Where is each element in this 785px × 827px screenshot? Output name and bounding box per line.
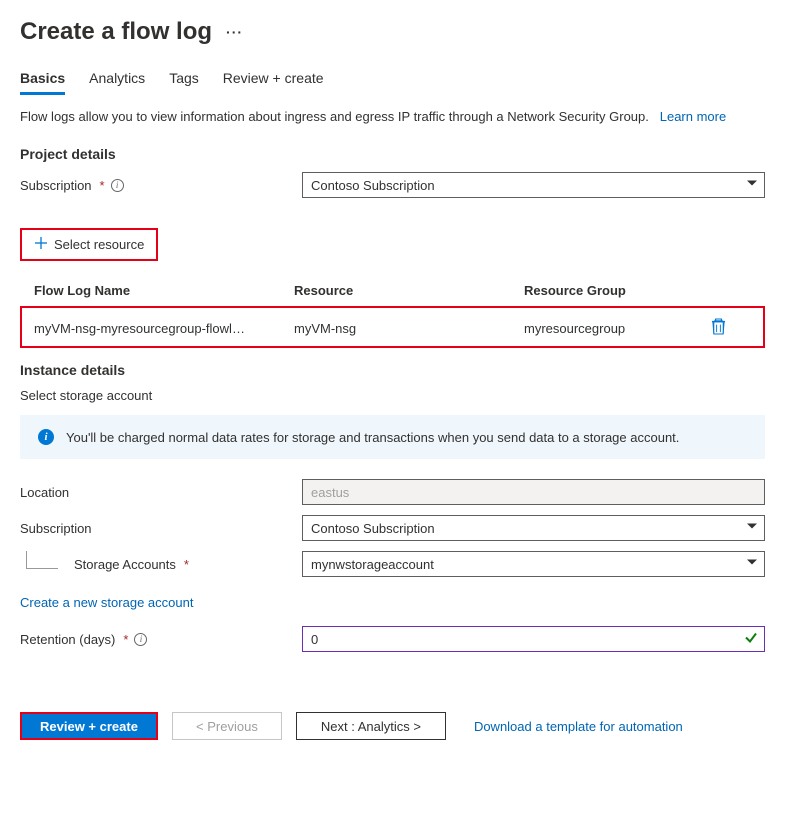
subscription2-value: Contoso Subscription [311,521,435,536]
subscription-label: Subscription * i [20,178,302,193]
resource-table: myVM-nsg-myresourcegroup-flowl… myVM-nsg… [20,306,765,348]
tab-basics[interactable]: Basics [20,70,65,95]
table-row: myVM-nsg-myresourcegroup-flowl… myVM-nsg… [22,310,763,346]
subscription2-dropdown[interactable]: Contoso Subscription [302,515,765,541]
select-resource-label: Select resource [54,237,144,252]
subscription-label-text: Subscription [20,178,92,193]
more-actions-ellipsis[interactable]: ··· [226,24,243,40]
chevron-down-icon [746,557,758,572]
storage-accounts-value: mynwstorageaccount [311,557,434,572]
download-template-link[interactable]: Download a template for automation [474,719,683,734]
chevron-down-icon [746,178,758,193]
instance-details-heading: Instance details [20,362,765,378]
delete-row-button[interactable] [711,318,751,338]
storage-subheading: Select storage account [20,388,765,403]
previous-button: < Previous [172,712,282,740]
page-title-text: Create a flow log [20,18,212,46]
col-resource: Resource [294,283,524,298]
col-resource-group: Resource Group [524,283,711,298]
retention-input[interactable]: 0 [302,626,765,652]
review-create-button[interactable]: Review + create [20,712,158,740]
storage-notice: i You'll be charged normal data rates fo… [20,415,765,459]
create-storage-link[interactable]: Create a new storage account [20,595,193,610]
next-button[interactable]: Next : Analytics > [296,712,446,740]
info-icon: i [38,429,54,445]
notice-text: You'll be charged normal data rates for … [66,430,679,445]
tab-analytics[interactable]: Analytics [89,70,145,95]
storage-accounts-dropdown[interactable]: mynwstorageaccount [302,551,765,577]
required-indicator: * [100,178,105,193]
cell-resource: myVM-nsg [294,321,524,336]
resource-table-header: Flow Log Name Resource Resource Group [22,275,763,306]
location-dropdown: eastus [302,479,765,505]
subscription-dropdown[interactable]: Contoso Subscription [302,172,765,198]
cell-resource-group: myresourcegroup [524,321,711,336]
description: Flow logs allow you to view information … [20,109,765,124]
location-label: Location [20,485,302,500]
col-flow-log-name: Flow Log Name [34,283,294,298]
tab-review-create[interactable]: Review + create [223,70,324,95]
tab-tags[interactable]: Tags [169,70,199,95]
storage-accounts-label-text: Storage Accounts [74,557,176,572]
description-text: Flow logs allow you to view information … [20,109,649,124]
retention-label-text: Retention (days) [20,632,115,647]
info-icon[interactable]: i [134,633,147,646]
tree-connector [26,551,58,569]
storage-accounts-label: Storage Accounts * [20,555,302,573]
info-icon[interactable]: i [111,179,124,192]
plus-icon [34,236,48,253]
cell-flow-log-name: myVM-nsg-myresourcegroup-flowl… [34,321,294,336]
subscription-value: Contoso Subscription [311,178,435,193]
page-title: Create a flow log ··· [20,18,765,46]
location-value: eastus [311,485,349,500]
learn-more-link[interactable]: Learn more [660,109,726,124]
subscription2-label: Subscription [20,521,302,536]
required-indicator: * [184,557,189,572]
footer: Review + create < Previous Next : Analyt… [20,712,765,740]
select-resource-button[interactable]: Select resource [20,228,158,261]
retention-label: Retention (days) * i [20,632,302,647]
project-details-heading: Project details [20,146,765,162]
required-indicator: * [123,632,128,647]
chevron-down-icon [746,521,758,536]
tabs: Basics Analytics Tags Review + create [20,70,765,95]
checkmark-icon [744,631,758,648]
retention-value: 0 [311,632,318,647]
